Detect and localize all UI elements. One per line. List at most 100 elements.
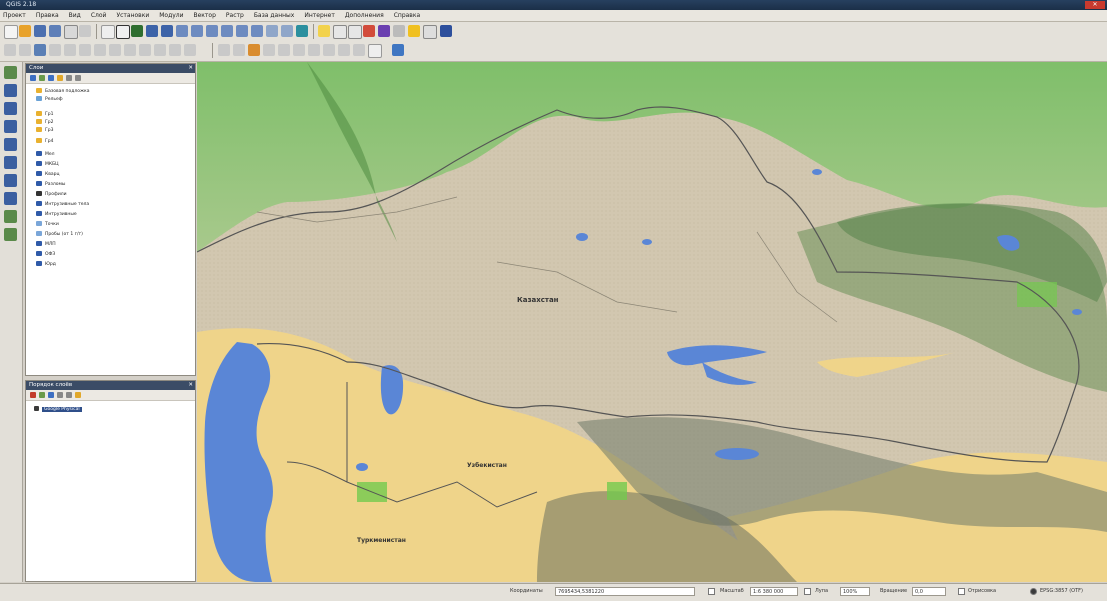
zoom-selection-icon[interactable] xyxy=(206,25,218,37)
layer-item[interactable]: Точки xyxy=(36,221,59,227)
zoom-layer-icon[interactable] xyxy=(221,25,233,37)
menu-help[interactable]: Справка xyxy=(394,10,420,21)
layer-item[interactable]: МКБЦ xyxy=(36,161,59,167)
menu-view[interactable]: Вид xyxy=(69,10,81,21)
move-up-icon[interactable] xyxy=(57,392,63,398)
abc-label-icon[interactable] xyxy=(218,44,230,56)
magnifier-field[interactable]: 100% xyxy=(840,587,870,596)
pan-icon[interactable] xyxy=(101,25,115,39)
add-wfs-layer-icon[interactable] xyxy=(4,192,17,205)
menu-edit[interactable]: Правка xyxy=(36,10,59,21)
zoom-full-icon[interactable] xyxy=(191,25,203,37)
close-window-button[interactable]: ✕ xyxy=(1085,1,1105,9)
save-edits-icon[interactable] xyxy=(34,44,46,56)
layer-item[interactable]: Гр1 xyxy=(36,111,53,117)
layer-item[interactable]: ОФЗ xyxy=(36,251,55,257)
composer-manager-icon[interactable] xyxy=(79,25,91,37)
rotation-field[interactable]: 0,0 xyxy=(912,587,946,596)
zoom-in-icon[interactable] xyxy=(146,25,158,37)
label-tool-icon[interactable] xyxy=(184,44,196,56)
new-shapefile-icon[interactable] xyxy=(4,210,17,223)
current-edits-icon[interactable] xyxy=(4,44,16,56)
expand-all-icon[interactable] xyxy=(66,75,72,81)
add-group-icon[interactable] xyxy=(39,75,45,81)
save-as-icon[interactable] xyxy=(49,25,61,37)
cut-features-icon[interactable] xyxy=(109,44,121,56)
lock-scale-icon[interactable] xyxy=(708,588,715,595)
magnifier-icon[interactable] xyxy=(804,588,811,595)
manage-map-themes-icon[interactable] xyxy=(48,75,54,81)
help-icon[interactable] xyxy=(440,25,452,37)
identify-icon[interactable] xyxy=(318,25,330,37)
layer-item[interactable]: Профили xyxy=(36,191,67,197)
show-hide-labels-icon[interactable] xyxy=(308,44,320,56)
open-layer-styling-icon[interactable] xyxy=(30,75,36,81)
refresh-icon[interactable] xyxy=(296,25,308,37)
add-vector-layer-icon[interactable] xyxy=(4,66,17,79)
add-raster-layer-icon[interactable] xyxy=(4,84,17,97)
save-project-icon[interactable] xyxy=(34,25,46,37)
node-tool-icon[interactable] xyxy=(79,44,91,56)
map-canvas[interactable]: Казахстан Узбекистан Туркменистан xyxy=(197,62,1107,582)
filter-legend-icon[interactable] xyxy=(57,75,63,81)
menu-extras[interactable]: Дополнения xyxy=(345,10,384,21)
scale-field[interactable]: 1:6 380 000 xyxy=(750,587,798,596)
show-bookmarks-icon[interactable] xyxy=(281,25,293,37)
statistics-icon[interactable] xyxy=(378,25,390,37)
map-tips-icon[interactable] xyxy=(408,25,420,37)
menu-settings[interactable]: Установки xyxy=(116,10,149,21)
copy-features-icon[interactable] xyxy=(124,44,136,56)
change-label-icon[interactable] xyxy=(293,44,305,56)
zoom-next-icon[interactable] xyxy=(251,25,263,37)
show-diagram-icon[interactable] xyxy=(338,44,350,56)
pin-labels-icon[interactable] xyxy=(233,44,245,56)
select-features-icon[interactable] xyxy=(333,25,347,39)
deselect-icon[interactable] xyxy=(348,25,362,39)
toggle-editing-icon[interactable] xyxy=(19,44,31,56)
crs-label[interactable]: EPSG:3857 (OTF) xyxy=(1040,588,1083,594)
undo-icon[interactable] xyxy=(154,44,166,56)
measure-icon[interactable] xyxy=(393,25,405,37)
highlight-pinned-icon[interactable] xyxy=(248,44,260,56)
coordinate-field[interactable]: 7695434,5381220 xyxy=(555,587,695,596)
open-project-icon[interactable] xyxy=(19,25,31,37)
zoom-to-layer-icon[interactable] xyxy=(48,392,54,398)
menu-raster[interactable]: Растр xyxy=(226,10,244,21)
diagram-tool-icon[interactable] xyxy=(323,44,335,56)
move-label-icon[interactable] xyxy=(263,44,275,56)
move-down-icon[interactable] xyxy=(66,392,72,398)
layer-item[interactable]: МЛП xyxy=(36,241,56,247)
collapse-all-icon[interactable] xyxy=(75,75,81,81)
add-spatialite-layer-icon[interactable] xyxy=(4,120,17,133)
zoom-last-icon[interactable] xyxy=(236,25,248,37)
add-wcs-layer-icon[interactable] xyxy=(4,174,17,187)
print-composer-icon[interactable] xyxy=(64,25,78,39)
order-layer-item[interactable]: Google Physical xyxy=(34,406,82,412)
filter-icon[interactable] xyxy=(75,392,81,398)
delete-selected-icon[interactable] xyxy=(94,44,106,56)
layer-item[interactable]: Гр4 xyxy=(36,138,53,144)
remove-layer-icon[interactable] xyxy=(30,392,36,398)
close-panel-icon[interactable]: ✕ xyxy=(188,64,193,73)
layer-checkbox[interactable] xyxy=(34,406,39,411)
map-canvas-svg[interactable]: Казахстан Узбекистан Туркменистан xyxy=(197,62,1107,582)
menu-project[interactable]: Проект xyxy=(3,10,26,21)
move-feature-icon[interactable] xyxy=(64,44,76,56)
zoom-out-icon[interactable] xyxy=(161,25,173,37)
layer-item[interactable]: Базовая подложка xyxy=(36,88,90,94)
layer-item[interactable]: Интрузивные тела xyxy=(36,201,89,207)
add-delimited-text-icon[interactable] xyxy=(4,228,17,241)
menu-database[interactable]: База данных xyxy=(254,10,295,21)
layer-item[interactable]: Гр2 xyxy=(36,119,53,125)
layer-item[interactable]: Гр3 xyxy=(36,127,53,133)
change-diagram-icon[interactable] xyxy=(353,44,365,56)
add-postgis-layer-icon[interactable] xyxy=(4,102,17,115)
layer-item[interactable]: Разломы xyxy=(36,181,65,187)
menu-plugins[interactable]: Модули xyxy=(159,10,183,21)
menu-web[interactable]: Интернет xyxy=(304,10,335,21)
redo-icon[interactable] xyxy=(169,44,181,56)
new-project-icon[interactable] xyxy=(4,25,18,39)
layer-item[interactable]: Рельеф xyxy=(36,96,63,102)
menu-layer[interactable]: Слой xyxy=(91,10,107,21)
layer-item[interactable]: Пробы (от 1 г/т) xyxy=(36,231,83,237)
